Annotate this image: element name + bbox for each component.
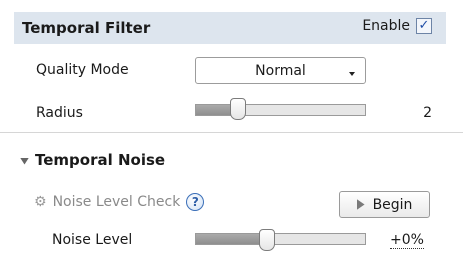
temporal-settings-panel: Temporal Filter Enable ✓ Quality Mode No… bbox=[0, 0, 463, 260]
begin-button[interactable]: Begin bbox=[339, 191, 430, 218]
help-icon[interactable]: ? bbox=[186, 193, 205, 211]
quality-mode-label: Quality Mode bbox=[36, 62, 129, 78]
radius-slider[interactable] bbox=[195, 104, 366, 116]
collapse-triangle-icon[interactable] bbox=[20, 157, 29, 165]
radius-slider-thumb[interactable] bbox=[230, 98, 246, 120]
noise-level-slider[interactable] bbox=[195, 233, 366, 245]
enable-control[interactable]: Enable ✓ bbox=[362, 18, 432, 34]
quality-mode-dropdown[interactable]: Normal bbox=[195, 57, 366, 84]
chevron-down-icon bbox=[349, 72, 355, 76]
temporal-filter-title: Temporal Filter bbox=[22, 19, 151, 37]
enable-label: Enable bbox=[362, 18, 410, 34]
noise-level-check-row: ⚙ Noise Level Check ? bbox=[34, 193, 205, 211]
quality-mode-value: Normal bbox=[255, 62, 306, 79]
radius-value: 2 bbox=[423, 105, 432, 121]
radius-label: Radius bbox=[36, 105, 83, 121]
check-mark-icon: ✓ bbox=[418, 18, 430, 33]
temporal-noise-header[interactable]: Temporal Noise bbox=[20, 151, 165, 169]
noise-level-check-label: Noise Level Check bbox=[52, 194, 181, 210]
noise-level-slider-thumb[interactable] bbox=[259, 229, 275, 251]
begin-button-label: Begin bbox=[372, 196, 413, 213]
section-divider bbox=[0, 132, 463, 133]
gear-icon: ⚙ bbox=[34, 194, 47, 210]
noise-level-value: +0% bbox=[390, 232, 424, 249]
play-icon bbox=[356, 199, 365, 210]
enable-checkbox[interactable]: ✓ bbox=[416, 18, 432, 34]
noise-level-label: Noise Level bbox=[52, 232, 133, 248]
noise-level-slider-fill bbox=[196, 234, 268, 244]
temporal-noise-title: Temporal Noise bbox=[35, 151, 166, 169]
temporal-filter-header: Temporal Filter Enable ✓ bbox=[14, 12, 446, 44]
